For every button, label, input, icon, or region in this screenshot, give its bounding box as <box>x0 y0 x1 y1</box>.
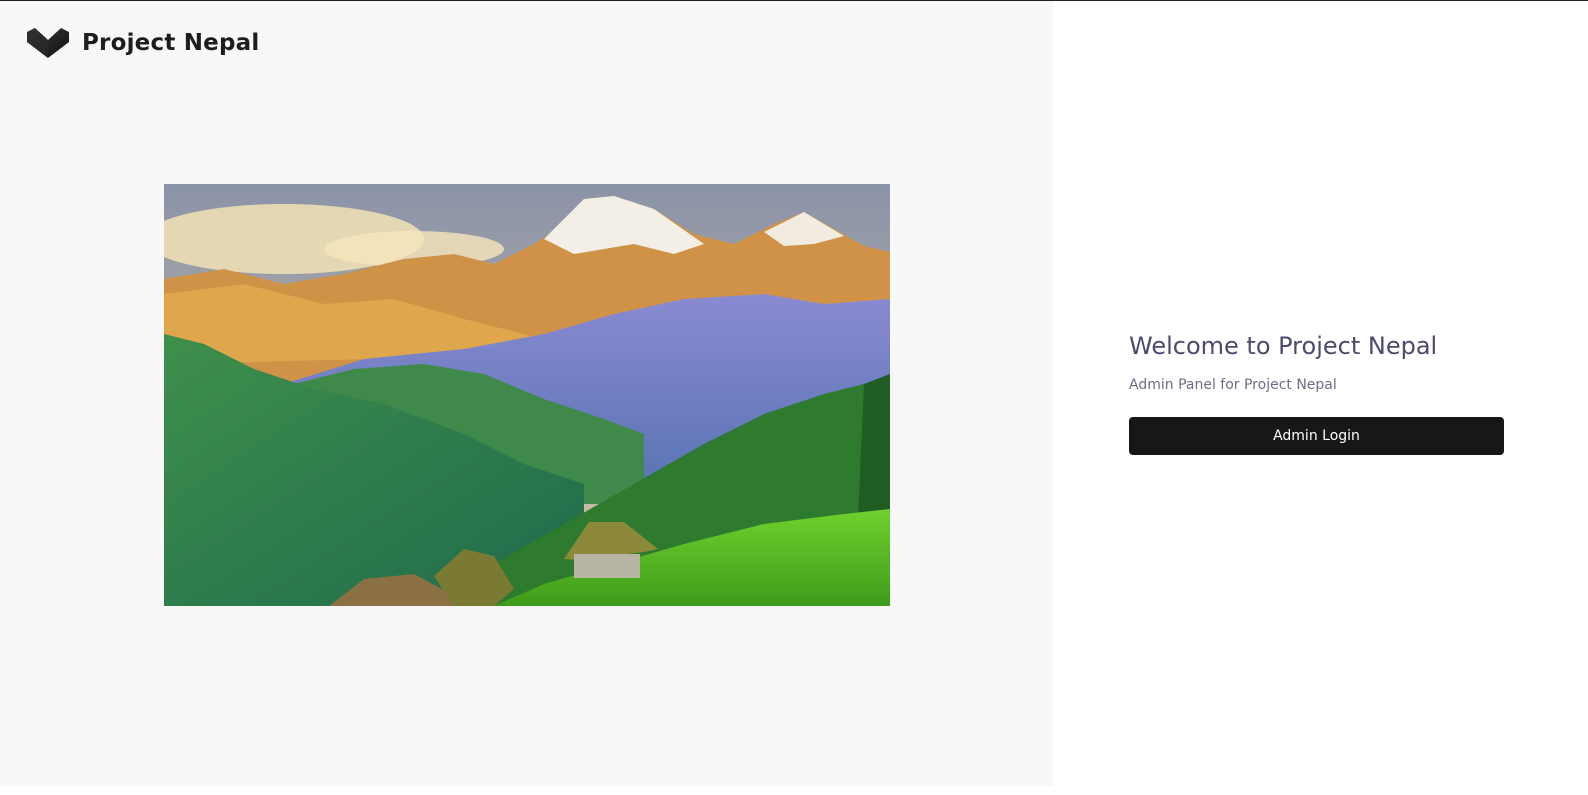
welcome-subtitle: Admin Panel for Project Nepal <box>1129 377 1337 393</box>
brand[interactable]: Project Nepal <box>27 28 259 58</box>
bottom-strip <box>0 786 1053 795</box>
left-panel: Project Nepal <box>0 1 1053 786</box>
welcome-section: Welcome to Project Nepal Admin Panel for… <box>1129 330 1504 455</box>
brand-name: Project Nepal <box>82 30 260 56</box>
admin-login-button[interactable]: Admin Login <box>1129 417 1504 455</box>
hero-image <box>164 184 890 606</box>
heart-chevron-logo-icon <box>27 28 69 58</box>
welcome-title: Welcome to Project Nepal <box>1129 332 1438 360</box>
